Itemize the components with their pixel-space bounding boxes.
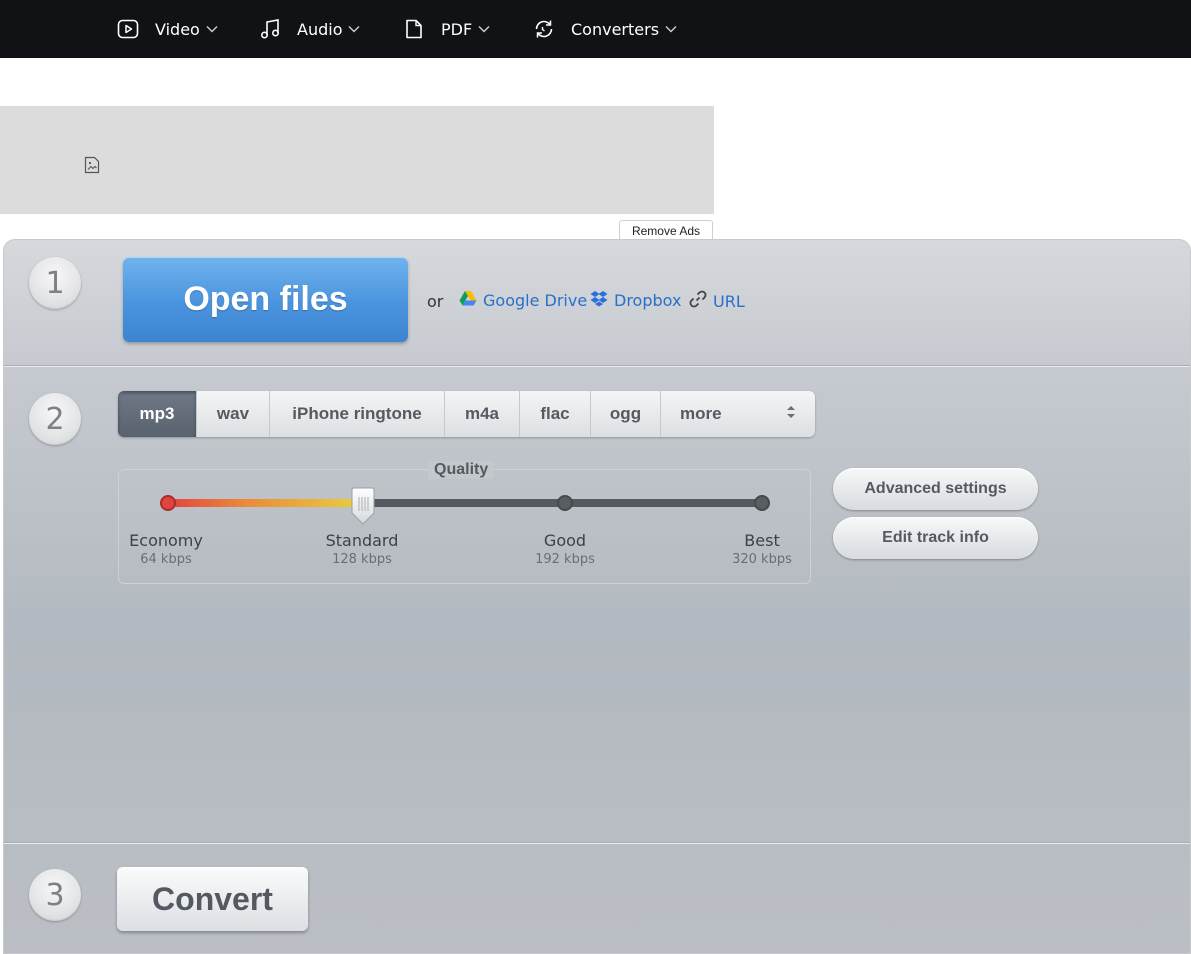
step-divider	[4, 365, 1190, 367]
quality-level-best: Best 320 kbps	[702, 531, 822, 567]
quality-name: Best	[744, 531, 780, 550]
quality-stop-best[interactable]	[754, 495, 770, 511]
format-tabs: mp3 wav iPhone ringtone m4a flac ogg mor…	[118, 391, 815, 437]
quality-slider-handle[interactable]	[347, 487, 379, 527]
broken-image-icon	[84, 156, 100, 174]
sort-arrows-icon	[785, 403, 797, 426]
nav-video-label: Video	[155, 19, 200, 39]
url-label: URL	[713, 291, 745, 311]
google-drive-icon	[459, 290, 483, 310]
convert-button[interactable]: Convert	[117, 867, 308, 931]
ad-placeholder	[0, 106, 714, 214]
play-icon	[117, 18, 139, 40]
step-number-3: 3	[29, 869, 81, 921]
nav-video[interactable]: Video	[117, 0, 218, 58]
top-navigation: Video Audio PDF Converters	[0, 0, 1191, 58]
nav-converters[interactable]: Converters	[533, 0, 677, 58]
step-divider	[4, 842, 1190, 844]
quality-name: Economy	[129, 531, 203, 550]
quality-title: Quality	[428, 461, 495, 479]
chevron-down-icon	[665, 25, 677, 33]
format-tab-m4a[interactable]: m4a	[445, 391, 520, 437]
dropbox-label: Dropbox	[614, 291, 682, 310]
format-more-label: more	[680, 404, 722, 423]
quality-level-standard: Standard 128 kbps	[302, 531, 422, 567]
advanced-settings-button[interactable]: Advanced settings	[833, 468, 1038, 510]
converter-panel: 1 Open files or Google Drive Dropbox URL…	[3, 239, 1191, 954]
quality-stop-economy[interactable]	[160, 495, 176, 511]
quality-level-economy: Economy 64 kbps	[106, 531, 226, 567]
format-tab-mp3[interactable]: mp3	[118, 391, 197, 437]
quality-name: Standard	[325, 531, 399, 550]
format-tab-wav[interactable]: wav	[197, 391, 270, 437]
nav-audio[interactable]: Audio	[259, 0, 360, 58]
chevron-down-icon	[478, 25, 490, 33]
nav-pdf-label: PDF	[441, 19, 473, 39]
nav-pdf[interactable]: PDF	[403, 0, 490, 58]
step-number-1: 1	[29, 257, 81, 309]
nav-audio-label: Audio	[297, 19, 343, 39]
link-icon	[689, 290, 713, 312]
remove-ads-button[interactable]: Remove Ads	[619, 220, 713, 241]
edit-track-info-button[interactable]: Edit track info	[833, 517, 1038, 559]
quality-level-good: Good 192 kbps	[505, 531, 625, 567]
step-number-2: 2	[29, 393, 81, 445]
quality-bitrate: 320 kbps	[732, 552, 792, 567]
quality-bitrate: 192 kbps	[535, 552, 595, 567]
chevron-down-icon	[206, 25, 218, 33]
format-tab-flac[interactable]: flac	[520, 391, 591, 437]
quality-slider-fill	[167, 499, 363, 507]
document-icon	[403, 18, 425, 40]
music-note-icon	[259, 18, 281, 40]
quality-stop-good[interactable]	[557, 495, 573, 511]
or-text: or	[427, 292, 444, 311]
quality-name: Good	[543, 531, 587, 550]
format-more-select[interactable]: more	[661, 391, 815, 437]
quality-bitrate: 128 kbps	[332, 552, 392, 567]
chevron-down-icon	[348, 25, 360, 33]
google-drive-link[interactable]: Google Drive	[459, 290, 587, 310]
dropbox-icon	[590, 290, 614, 311]
dropbox-link[interactable]: Dropbox	[590, 290, 681, 311]
quality-bitrate: 64 kbps	[140, 552, 192, 567]
open-files-button[interactable]: Open files	[123, 257, 408, 342]
google-drive-label: Google Drive	[483, 290, 588, 310]
format-tab-ogg[interactable]: ogg	[591, 391, 661, 437]
refresh-icon	[533, 18, 555, 40]
format-tab-iphone-ringtone[interactable]: iPhone ringtone	[270, 391, 445, 437]
url-link[interactable]: URL	[689, 290, 745, 312]
nav-converters-label: Converters	[571, 19, 660, 39]
